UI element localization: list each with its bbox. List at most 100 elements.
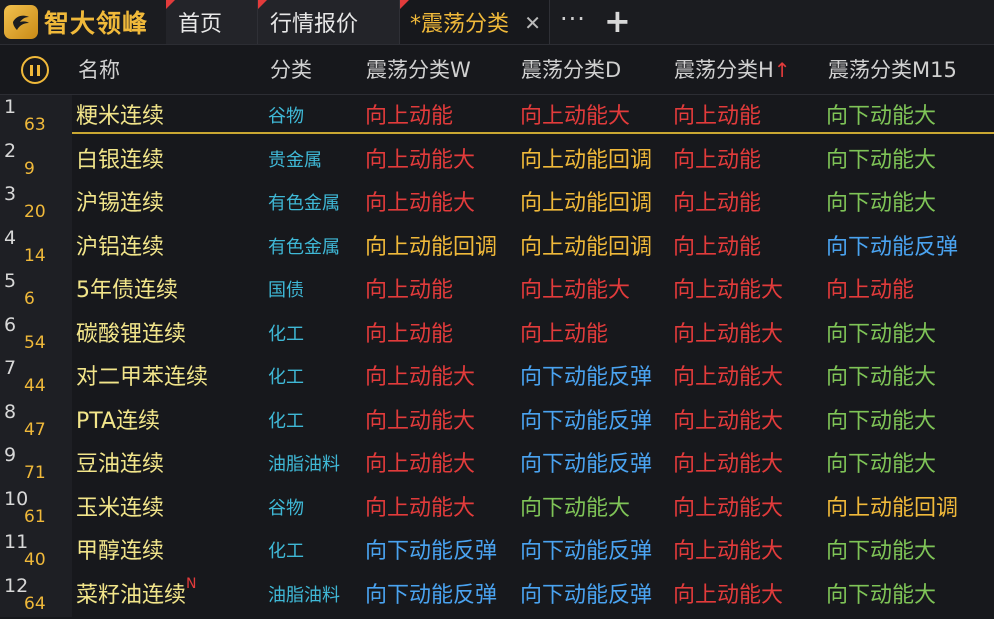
- row-index-cell: 9 71: [0, 443, 72, 487]
- oscillation-h-cell: 向上动能: [673, 191, 762, 216]
- selected-row-indicator: [72, 132, 994, 134]
- contract-name[interactable]: 碳酸锂连续: [76, 313, 186, 357]
- row-index-cell: 11 40: [0, 530, 72, 574]
- table-row[interactable]: 10 61 玉米连续 谷物 向上动能大 向下动能大 向上动能大 向上动能回调: [0, 486, 994, 531]
- oscillation-m15-cell: 向下动能大: [826, 408, 937, 434]
- oscillation-h-cell: 向上动能大: [673, 452, 784, 477]
- table-row[interactable]: 6 54 碳酸锂连续 化工 向上动能 向上动能 向上动能大 向下动能大: [0, 312, 994, 357]
- close-icon[interactable]: ✕: [524, 11, 541, 35]
- contract-name[interactable]: 沪铝连续: [76, 226, 164, 270]
- contract-name-text: 碳酸锂连续: [76, 321, 187, 347]
- category-cell: 化工: [268, 367, 304, 388]
- contract-name-text: 沪锡连续: [76, 191, 165, 216]
- app-logo: 智大领峰: [0, 0, 166, 44]
- category-cell: 油脂油料: [268, 584, 340, 606]
- contract-name[interactable]: 玉米连续: [76, 487, 164, 531]
- oscillation-h-cell: 向上动能: [673, 234, 762, 260]
- oscillation-d-cell: 向上动能回调: [520, 234, 653, 260]
- oscillation-d-cell: 向上动能回调: [520, 147, 653, 173]
- contract-name-text: PTA连续: [76, 408, 161, 434]
- oscillation-m15-cell: 向下动能大: [826, 365, 937, 390]
- pause-button[interactable]: [21, 56, 49, 84]
- table-row[interactable]: 9 71 豆油连续 油脂油料 向上动能大 向下动能反弹 向上动能大 向下动能大: [0, 443, 994, 487]
- row-code: 14: [24, 245, 46, 266]
- pause-bar-icon: [37, 64, 40, 76]
- category-cell: 化工: [268, 410, 304, 432]
- tab-label: 行情报价: [270, 12, 359, 37]
- column-header-m15[interactable]: 震荡分类M15: [828, 46, 957, 94]
- row-number: 2: [4, 139, 17, 162]
- row-index-cell: 4 14: [0, 225, 72, 269]
- contract-name[interactable]: 豆油连续: [76, 443, 164, 487]
- oscillation-w-cell: 向上动能回调: [365, 234, 498, 260]
- oscillation-d-cell: 向上动能大: [520, 278, 631, 303]
- tab-oscillation-classification[interactable]: *震荡分类 ✕: [400, 0, 550, 44]
- category-cell: 油脂油料: [268, 454, 340, 475]
- row-number: 4: [4, 226, 17, 249]
- contract-name[interactable]: 5年债连续: [76, 269, 178, 313]
- oscillation-h-cell: 向上动能大: [673, 495, 784, 521]
- row-index-cell: 8 47: [0, 399, 72, 443]
- row-code: 71: [24, 463, 46, 483]
- row-code: 20: [24, 202, 46, 222]
- table-row[interactable]: 7 44 对二甲苯连续 化工 向上动能大 向下动能反弹 向上动能大 向下动能大: [0, 356, 994, 400]
- contract-name[interactable]: 白银连续: [76, 139, 164, 183]
- tab-quotes[interactable]: 行情报价: [258, 0, 400, 44]
- row-index-cell: 7 44: [0, 356, 72, 400]
- contract-name[interactable]: 菜籽油连续N: [76, 574, 197, 618]
- category-cell: 有色金属: [268, 236, 340, 258]
- table-row[interactable]: 5 6 5年债连续 国债 向上动能 向上动能大 向上动能大 向上动能: [0, 269, 994, 313]
- contract-name[interactable]: PTA连续: [76, 400, 160, 444]
- more-icon[interactable]: ···: [560, 5, 586, 33]
- table-row[interactable]: 2 9 白银连续 贵金属 向上动能大 向上动能回调 向上动能 向下动能大: [0, 138, 994, 183]
- column-header-h[interactable]: 震荡分类H↑: [674, 46, 791, 94]
- table-row[interactable]: 4 14 沪铝连续 有色金属 向上动能回调 向上动能回调 向上动能 向下动能反弹: [0, 225, 994, 270]
- oscillation-w-cell: 向上动能大: [365, 452, 476, 477]
- oscillation-h-cell: 向上动能大: [673, 539, 784, 564]
- plus-icon[interactable]: +: [604, 2, 631, 40]
- table-header: 名称 分类 震荡分类W 震荡分类D 震荡分类H↑ 震荡分类M15: [0, 46, 994, 95]
- table-row[interactable]: 11 40 甲醇连续 化工 向下动能反弹 向下动能反弹 向上动能大 向下动能大: [0, 530, 994, 574]
- tab-home[interactable]: 首页: [166, 0, 258, 44]
- tab-label: *震荡分类: [410, 12, 510, 37]
- row-number: 3: [4, 183, 17, 205]
- column-header-h-label: 震荡分类H: [674, 58, 774, 82]
- oscillation-w-cell: 向上动能大: [365, 495, 476, 521]
- new-badge: N: [186, 575, 197, 592]
- column-header-name[interactable]: 名称: [78, 46, 120, 94]
- oscillation-w-cell: 向上动能大: [365, 147, 476, 173]
- column-header-w[interactable]: 震荡分类W: [366, 46, 471, 94]
- contract-name-text: 甲醇连续: [76, 539, 165, 564]
- tab-bar: 智大领峰 首页 行情报价 *震荡分类 ✕ ··· +: [0, 0, 994, 45]
- table-row[interactable]: 8 47 PTA连续 化工 向上动能大 向下动能反弹 向上动能大 向下动能大: [0, 399, 994, 444]
- oscillation-m15-cell: 向上动能回调: [826, 495, 959, 521]
- oscillation-d-cell: 向下动能反弹: [520, 539, 653, 564]
- row-code: 61: [24, 506, 46, 527]
- oscillation-h-cell: 向上动能大: [673, 582, 784, 608]
- contract-name[interactable]: 对二甲苯连续: [76, 356, 208, 400]
- oscillation-m15-cell: 向下动能大: [826, 191, 937, 216]
- oscillation-d-cell: 向下动能反弹: [520, 365, 653, 390]
- row-code: 6: [24, 289, 35, 309]
- logo-mark-icon: [4, 5, 38, 39]
- row-number: 5: [4, 270, 17, 292]
- column-header-category[interactable]: 分类: [270, 46, 312, 94]
- oscillation-d-cell: 向上动能回调: [520, 191, 653, 216]
- category-cell: 谷物: [268, 497, 304, 519]
- category-cell: 贵金属: [268, 149, 322, 171]
- oscillation-w-cell: 向上动能: [365, 321, 454, 347]
- category-cell: 有色金属: [268, 193, 340, 214]
- row-code: 40: [24, 550, 46, 570]
- oscillation-w-cell: 向上动能大: [365, 191, 476, 216]
- table-row[interactable]: 3 20 沪锡连续 有色金属 向上动能大 向上动能回调 向上动能 向下动能大: [0, 182, 994, 226]
- contract-name[interactable]: 沪锡连续: [76, 182, 164, 226]
- oscillation-m15-cell: 向下动能大: [826, 582, 937, 608]
- contract-name-text: 对二甲苯连续: [76, 365, 209, 390]
- table-row[interactable]: 12 64 菜籽油连续N 油脂油料 向下动能反弹 向下动能反弹 向上动能大 向下动能大: [0, 573, 994, 618]
- row-index-cell: 3 20: [0, 182, 72, 226]
- oscillation-w-cell: 向上动能: [365, 278, 454, 303]
- contract-name[interactable]: 甲醇连续: [76, 530, 164, 574]
- column-header-d[interactable]: 震荡分类D: [521, 46, 621, 94]
- contract-name-text: 5年债连续: [76, 278, 178, 303]
- row-number: 7: [4, 357, 17, 379]
